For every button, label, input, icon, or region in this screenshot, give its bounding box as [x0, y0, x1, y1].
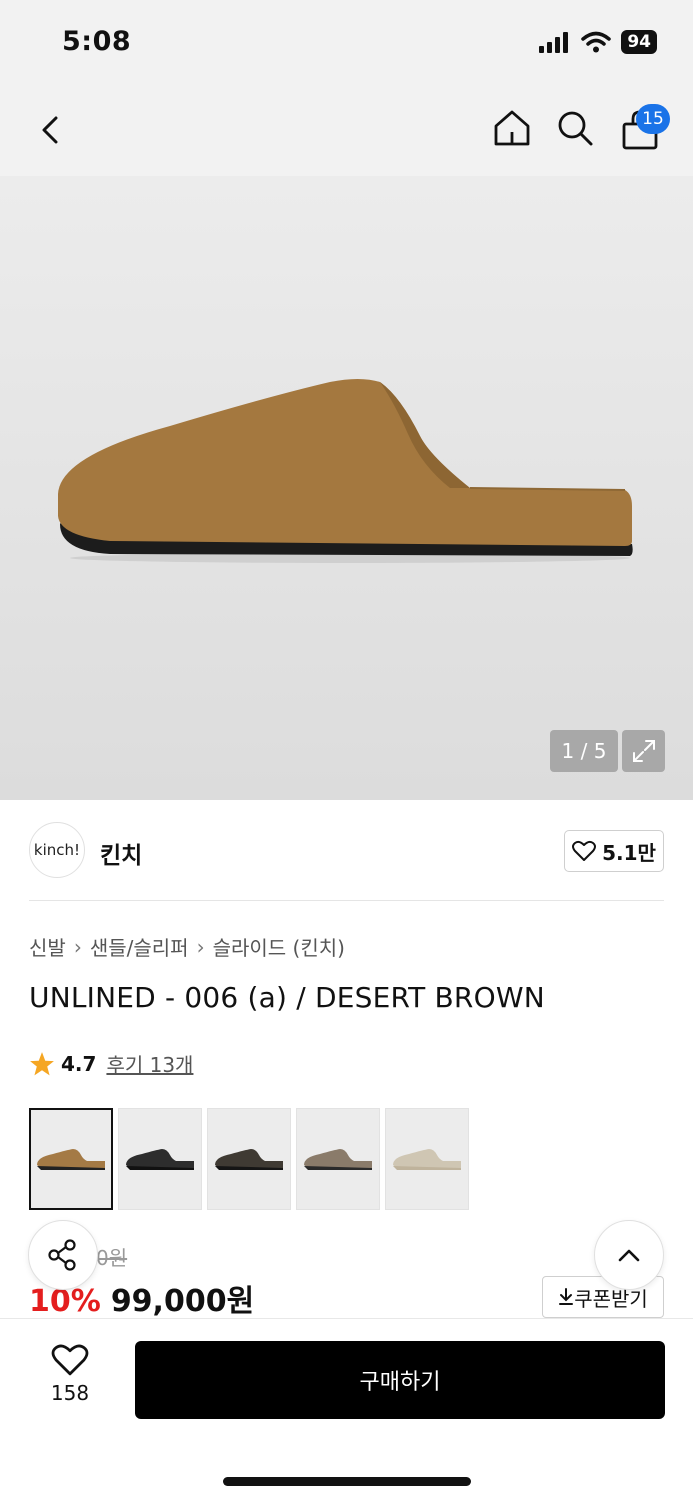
color-options: [29, 1108, 469, 1210]
color-option-black[interactable]: [118, 1108, 202, 1210]
buy-button[interactable]: 구매하기: [135, 1341, 665, 1419]
product-image: [58, 379, 633, 563]
top-nav: [0, 88, 693, 176]
review-link[interactable]: 후기 13개: [106, 1049, 193, 1078]
wishlist-count: 158: [50, 1381, 90, 1405]
bottom-action-bar: 158 구매하기: [0, 1318, 693, 1500]
color-option-taupe[interactable]: [296, 1108, 380, 1210]
breadcrumb: 신발 › 샌들/슬리퍼 › 슬라이드 (킨치): [29, 932, 345, 961]
expand-icon: [632, 740, 655, 762]
back-icon[interactable]: [30, 108, 74, 152]
sale-price: 99,000원: [110, 1284, 255, 1319]
home-indicator: [223, 1477, 471, 1486]
brand-logo[interactable]: kinch!: [29, 822, 85, 878]
breadcrumb-item[interactable]: 슬라이드 (킨치): [213, 932, 345, 961]
divider: [29, 900, 664, 901]
star-icon: [30, 1051, 54, 1075]
chevron-up-icon: [618, 1249, 640, 1262]
status-icons: 94: [539, 30, 657, 54]
status-time: 5:08: [62, 26, 132, 57]
scroll-top-button[interactable]: [594, 1220, 664, 1290]
download-icon: [559, 1288, 574, 1305]
home-icon[interactable]: [490, 106, 534, 150]
wifi-icon: [581, 31, 612, 53]
rating-score: 4.7: [61, 1051, 97, 1076]
color-option-desert-brown[interactable]: [29, 1108, 113, 1210]
wishlist-button[interactable]: 158: [30, 1343, 110, 1413]
battery-indicator: 94: [621, 30, 657, 54]
signal-icon: [539, 32, 569, 53]
image-counter: 1 / 5: [550, 730, 618, 772]
heart-icon: [51, 1344, 89, 1376]
status-bar: 5:08 94: [0, 0, 693, 88]
cart-count-badge: 15: [636, 104, 670, 134]
brand-like-count: 5.1만: [602, 840, 656, 865]
breadcrumb-item[interactable]: 샌들/슬리퍼: [90, 932, 189, 961]
shoe-thumbnail: [393, 1149, 461, 1170]
share-icon: [48, 1239, 76, 1271]
color-option-dark-olive[interactable]: [207, 1108, 291, 1210]
chevron-right-icon: ›: [73, 934, 82, 959]
breadcrumb-item[interactable]: 신발: [29, 932, 66, 961]
search-icon[interactable]: [553, 106, 597, 150]
shoe-thumbnail: [304, 1149, 372, 1170]
product-title: UNLINED - 006 (a) / DESERT BROWN: [29, 981, 545, 1014]
heart-icon: [572, 840, 597, 861]
expand-button[interactable]: [622, 730, 665, 772]
shoe-thumbnail: [37, 1149, 105, 1170]
original-price: 0원: [96, 1246, 128, 1270]
brand-like-button[interactable]: 5.1만: [564, 830, 664, 872]
brand-row: kinch! 킨치 5.1만: [0, 800, 693, 902]
chevron-right-icon: ›: [196, 934, 205, 959]
product-image-gallery[interactable]: 1 / 5: [0, 176, 693, 800]
shoe-thumbnail: [215, 1149, 283, 1170]
share-button[interactable]: [28, 1220, 98, 1290]
shoe-thumbnail: [126, 1149, 194, 1170]
color-option-sand[interactable]: [385, 1108, 469, 1210]
rating-row: 4.7 후기 13개: [29, 1049, 193, 1078]
brand-name[interactable]: 킨치: [100, 836, 142, 870]
